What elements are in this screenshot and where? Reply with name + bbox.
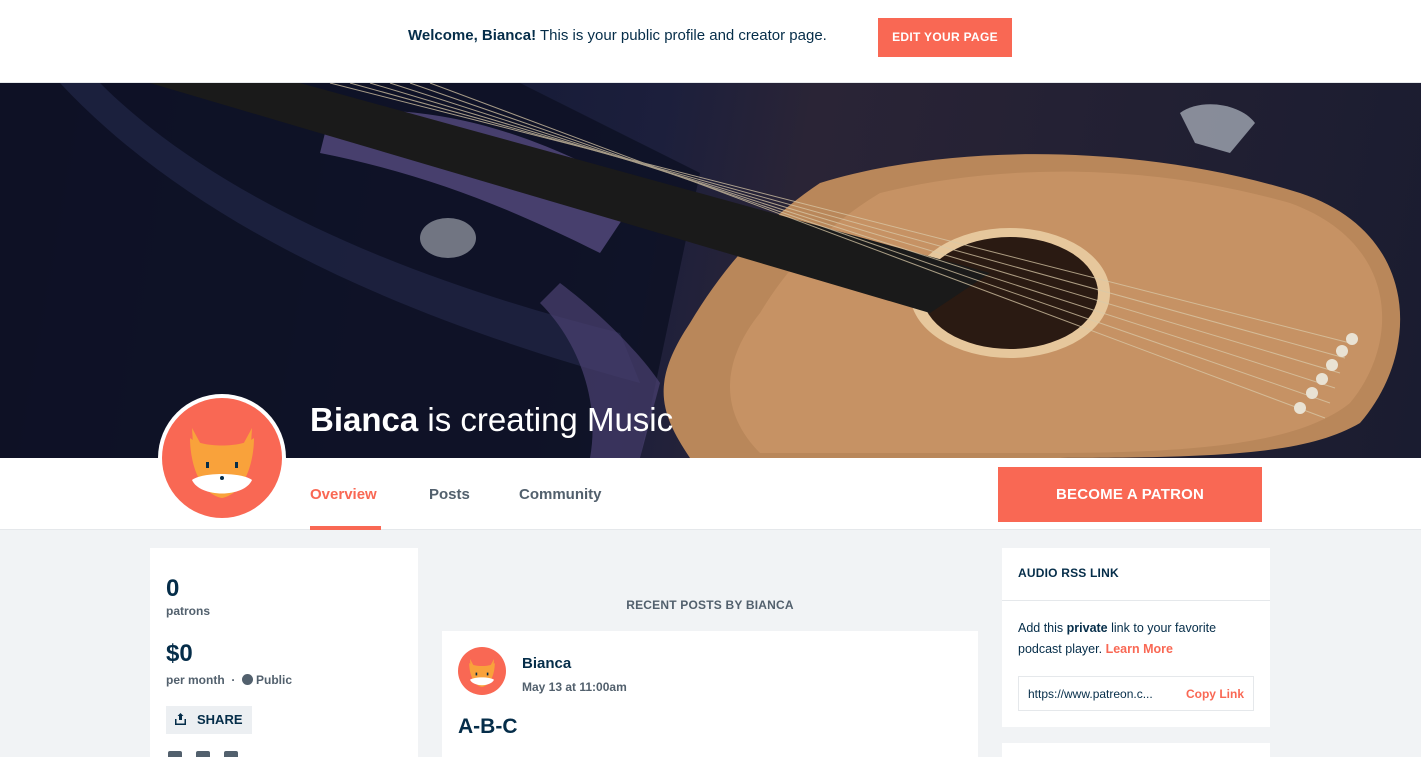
globe-icon <box>242 674 254 685</box>
rss-desc-before: Add this <box>1018 621 1067 635</box>
audio-rss-card: AUDIO RSS LINK Add this private link to … <box>1002 548 1270 727</box>
creator-avatar[interactable] <box>158 394 286 522</box>
post-author-avatar[interactable] <box>458 647 506 695</box>
patrons-count: 0 <box>166 575 180 602</box>
meta-separator: · <box>231 673 236 687</box>
creator-name: Bianca <box>310 401 419 438</box>
next-sidebar-card <box>1002 743 1270 757</box>
learn-more-link[interactable]: Learn More <box>1106 642 1173 656</box>
share-icon <box>175 713 186 725</box>
fox-avatar-icon <box>162 398 282 518</box>
rss-description: Add this private link to your favorite p… <box>1018 618 1254 660</box>
twitter-icon[interactable] <box>196 751 210 757</box>
creator-headline: Bianca is creating Music <box>310 401 673 439</box>
recent-posts-heading: RECENT POSTS BY BIANCA <box>626 598 794 612</box>
earnings-meta: per month · Public <box>166 673 292 687</box>
earnings-amount: $0 <box>166 640 193 667</box>
copy-link-button[interactable]: Copy Link <box>1186 687 1244 701</box>
fox-avatar-small-icon <box>469 659 495 687</box>
welcome-greeting: Welcome, Bianca! <box>408 27 537 44</box>
post-title[interactable]: A-B-C <box>458 715 517 739</box>
tab-overview[interactable]: Overview <box>310 486 377 503</box>
post-author[interactable]: Bianca <box>522 655 571 672</box>
rss-heading: AUDIO RSS LINK <box>1002 548 1270 601</box>
earnings-period: per month <box>166 673 225 687</box>
welcome-text: This is your public profile and creator … <box>536 27 827 44</box>
active-tab-indicator <box>310 526 381 530</box>
rss-url[interactable]: https://www.patreon.c... <box>1028 687 1153 701</box>
creator-stats-card: 0 patrons $0 per month · Public SHARE <box>150 548 418 757</box>
share-label: SHARE <box>197 712 243 727</box>
edit-page-button[interactable]: EDIT YOUR PAGE <box>878 18 1012 57</box>
visibility-label: Public <box>256 673 293 687</box>
rss-link-field[interactable]: https://www.patreon.c... Copy Link <box>1018 676 1254 711</box>
youtube-icon[interactable] <box>224 751 238 757</box>
rss-desc-bold: private <box>1066 621 1108 635</box>
become-patron-button[interactable]: BECOME A PATRON <box>998 467 1262 522</box>
post-card[interactable]: Bianca May 13 at 11:00am A-B-C <box>442 631 978 757</box>
tab-community[interactable]: Community <box>519 486 602 503</box>
tab-posts[interactable]: Posts <box>429 486 470 503</box>
creator-tagline: is creating Music <box>418 401 674 438</box>
facebook-icon[interactable] <box>168 751 182 757</box>
welcome-bar: Welcome, Bianca! This is your public pro… <box>0 0 1421 83</box>
patrons-label: patrons <box>166 604 211 618</box>
post-date[interactable]: May 13 at 11:00am <box>522 680 627 694</box>
welcome-message: Welcome, Bianca! This is your public pro… <box>408 27 827 44</box>
share-button[interactable]: SHARE <box>166 706 252 734</box>
